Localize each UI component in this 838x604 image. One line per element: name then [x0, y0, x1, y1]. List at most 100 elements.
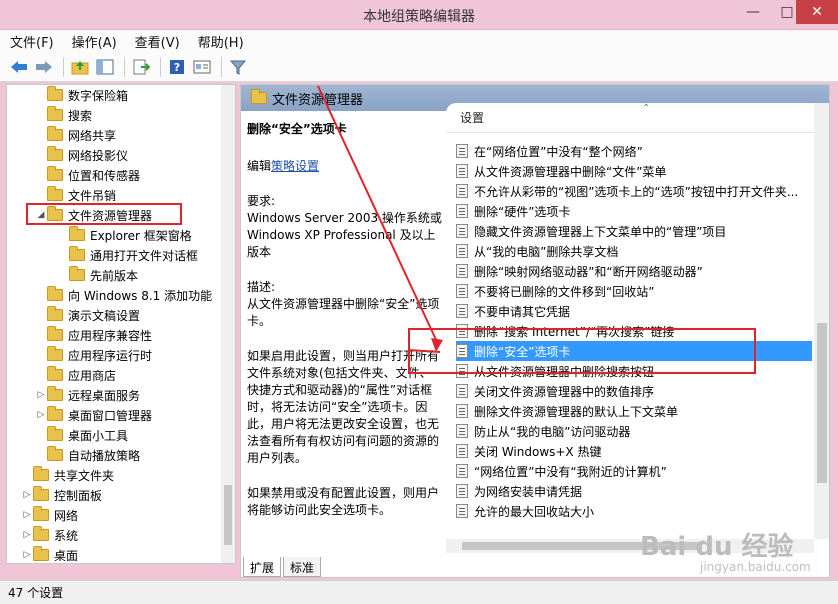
list-item[interactable]: 从“我的电脑”删除共享文档 — [456, 241, 812, 261]
folder-icon — [47, 86, 63, 101]
list-item[interactable]: 防止从“我的电脑”访问驱动器 — [456, 421, 812, 441]
tree-item[interactable]: 网络共享 — [47, 125, 116, 145]
help-icon[interactable]: ? — [166, 56, 188, 78]
tree-item[interactable]: 先前版本 — [69, 265, 138, 285]
list-item[interactable]: 不允许从彩带的“视图”选项卡上的“选项”按钮中打开文件夹... — [456, 181, 812, 201]
collapsed-arrow-icon[interactable]: ▷ — [21, 490, 33, 500]
policy-icon — [456, 224, 468, 238]
tree-scrollbar[interactable] — [221, 85, 235, 563]
forward-icon[interactable] — [33, 56, 55, 78]
policy-icon — [456, 324, 468, 338]
toolbar-separator — [160, 56, 161, 77]
list-item[interactable]: 从文件资源管理器中删除“文件”菜单 — [456, 161, 812, 181]
tree-item[interactable]: 搜索 — [47, 105, 92, 125]
list-item-selected[interactable]: 删除“安全”选项卡 — [456, 341, 812, 361]
folder-icon — [33, 486, 49, 501]
tree-item[interactable]: 桌面小工具 — [47, 425, 128, 445]
view-tabs: 扩展 标准 — [243, 557, 323, 577]
list-item[interactable]: 删除“硬件”选项卡 — [456, 201, 812, 221]
tree-item[interactable]: 文件吊销 — [47, 185, 116, 205]
tree-item[interactable]: 应用程序运行时 — [47, 345, 152, 365]
tree-item[interactable]: 通用打开文件对话框 — [69, 245, 198, 265]
tree-item[interactable]: 数字保险箱 — [47, 85, 128, 105]
list-item[interactable]: 为网络安装申请凭据 — [456, 481, 812, 501]
tree-item[interactable]: 应用商店 — [47, 365, 116, 385]
policy-icon — [456, 364, 468, 378]
policy-icon — [456, 484, 468, 498]
settings-list[interactable]: 设置 ⌃ 在“网络位置”中没有“整个网络” 从文件资源管理器中删除“文件”菜单 … — [446, 103, 829, 553]
tree-item[interactable]: 位置和传感器 — [47, 165, 140, 185]
tree-item[interactable]: 演示文稿设置 — [47, 305, 140, 325]
tree-item[interactable]: ▷ 控制面板 — [21, 485, 102, 505]
list-item[interactable]: 从文件资源管理器中删除搜索按钮 — [456, 361, 812, 381]
show-hide-tree-icon[interactable] — [94, 56, 116, 78]
window-title: 本地组策略编辑器 — [363, 9, 475, 25]
list-item[interactable]: 不要申请其它凭据 — [456, 301, 812, 321]
properties-icon[interactable] — [191, 56, 213, 78]
disabled-text: 如果禁用或没有配置此设置，则用户将能够访问此安全选项卡。 — [247, 486, 440, 517]
collapsed-arrow-icon[interactable]: ▷ — [35, 390, 47, 400]
list-vertical-thumb[interactable] — [817, 323, 827, 483]
policy-icon — [456, 344, 468, 358]
tree-item[interactable]: ▷ 桌面窗口管理器 — [35, 405, 152, 425]
collapsed-arrow-icon[interactable]: ▷ — [21, 550, 33, 560]
policy-icon — [456, 204, 468, 218]
tree-pane[interactable]: 数字保险箱 搜索 网络共享 网络投影仪 位置和传感器 文件吊销 ◢ 文件资源管理器… — [6, 84, 236, 564]
list-item[interactable]: 删除“搜索 Internet”/“再次搜索”链接 — [456, 321, 812, 341]
menu-file[interactable]: 文件(F) — [10, 32, 54, 51]
expanded-arrow-icon[interactable]: ◢ — [35, 210, 47, 220]
tree-item[interactable]: 向 Windows 8.1 添加功能 — [47, 285, 212, 305]
menu-action[interactable]: 操作(A) — [72, 32, 117, 51]
folder-icon — [47, 146, 63, 161]
filter-icon[interactable] — [227, 56, 249, 78]
tree-item[interactable]: ▷ 桌面 — [21, 545, 78, 563]
list-vertical-scrollbar[interactable] — [814, 103, 829, 539]
collapsed-arrow-icon[interactable]: ▷ — [21, 530, 33, 540]
folder-icon — [69, 266, 85, 281]
requirement-text: 要求: Windows Server 2003 操作系统或 Windows XP… — [247, 194, 442, 259]
list-item[interactable]: 隐藏文件资源管理器上下文菜单中的“管理”项目 — [456, 221, 812, 241]
up-folder-icon[interactable] — [69, 56, 91, 78]
collapsed-arrow-icon[interactable]: ▷ — [35, 410, 47, 420]
list-item[interactable]: 在“网络位置”中没有“整个网络” — [456, 141, 812, 161]
tree-item[interactable]: ▷ 系统 — [21, 525, 78, 545]
folder-icon — [47, 406, 63, 421]
status-bar: 47 个设置 — [0, 580, 838, 604]
title-bar: 本地组策略编辑器 — □ ✕ — [0, 0, 838, 30]
policy-icon — [456, 424, 468, 438]
list-item[interactable]: 不要将已删除的文件移到“回收站” — [456, 281, 812, 301]
list-item[interactable]: “网络位置”中没有“我附近的计算机” — [456, 461, 812, 481]
collapsed-arrow-icon[interactable]: ▷ — [21, 510, 33, 520]
list-item[interactable]: 关闭文件资源管理器中的数值排序 — [456, 381, 812, 401]
close-icon[interactable]: ✕ — [796, 0, 838, 24]
tree-scroll-thumb[interactable] — [224, 485, 232, 545]
menu-help[interactable]: 帮助(H) — [198, 32, 244, 51]
folder-icon — [33, 526, 49, 541]
list-item[interactable]: 删除文件资源管理器的默认上下文菜单 — [456, 401, 812, 421]
tree-item[interactable]: 自动播放策略 — [47, 445, 140, 465]
folder-icon — [33, 466, 49, 481]
list-item[interactable]: 允许的最大回收站大小 — [456, 501, 812, 521]
tree-item-file-explorer[interactable]: ◢ 文件资源管理器 — [35, 205, 152, 225]
edit-policy-link[interactable]: 策略设置 — [271, 159, 319, 173]
folder-icon — [47, 186, 63, 201]
tree-item[interactable]: ▷ 网络 — [21, 505, 78, 525]
list-item[interactable]: 关闭 Windows+X 热键 — [456, 441, 812, 461]
column-header-setting[interactable]: 设置 — [446, 103, 829, 133]
tree-item[interactable]: Explorer 框架窗格 — [69, 225, 192, 245]
menu-view[interactable]: 查看(V) — [135, 32, 180, 51]
tab-standard[interactable]: 标准 — [283, 557, 322, 577]
minimize-icon[interactable]: — — [736, 0, 770, 24]
watermark-brand: Bai du 经验 — [640, 532, 794, 562]
export-list-icon[interactable] — [130, 56, 152, 78]
tree-item[interactable]: 共享文件夹 — [33, 465, 114, 485]
tab-extended[interactable]: 扩展 — [243, 557, 282, 577]
list-item[interactable]: 删除“映射网络驱动器”和“断开网络驱动器” — [456, 261, 812, 281]
folder-icon — [47, 206, 63, 221]
tree-item[interactable]: ▷ 远程桌面服务 — [35, 385, 140, 405]
back-icon[interactable] — [8, 56, 30, 78]
folder-icon — [47, 126, 63, 141]
tree-item[interactable]: 应用程序兼容性 — [47, 325, 152, 345]
policy-icon — [456, 284, 468, 298]
tree-item[interactable]: 网络投影仪 — [47, 145, 128, 165]
